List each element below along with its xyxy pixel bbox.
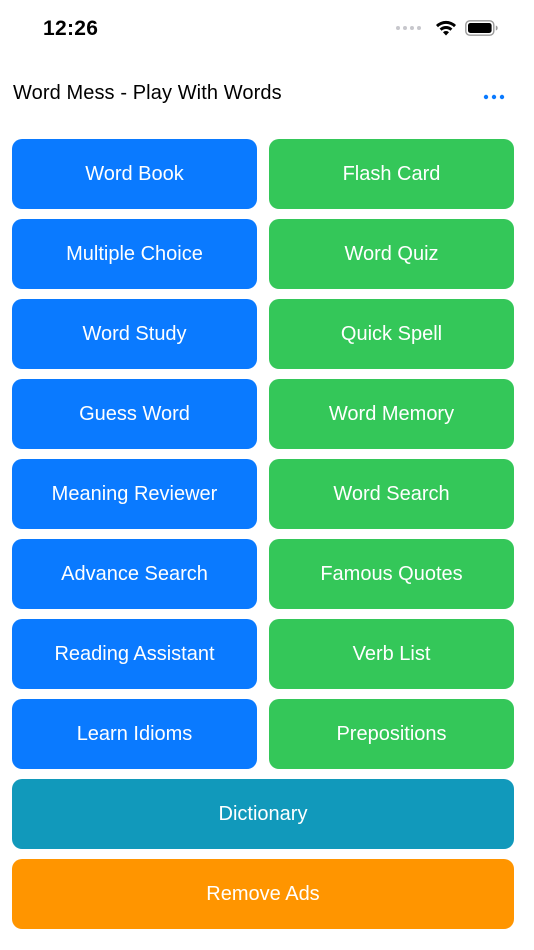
word-study-button[interactable]: Word Study (12, 299, 257, 369)
menu-grid: Word Book Flash Card Multiple Choice Wor… (12, 139, 514, 929)
app-header: Word Mess - Play With Words (13, 78, 509, 114)
reading-assistant-button[interactable]: Reading Assistant (12, 619, 257, 689)
guess-word-button[interactable]: Guess Word (12, 379, 257, 449)
multiple-choice-button[interactable]: Multiple Choice (12, 219, 257, 289)
advance-search-button[interactable]: Advance Search (12, 539, 257, 609)
page-title: Word Mess - Play With Words (13, 82, 282, 104)
status-bar: 12:26 (0, 0, 534, 60)
battery-icon (465, 20, 498, 36)
wifi-icon (436, 20, 456, 36)
learn-idioms-button[interactable]: Learn Idioms (12, 699, 257, 769)
flash-card-button[interactable]: Flash Card (269, 139, 514, 209)
verb-list-button[interactable]: Verb List (269, 619, 514, 689)
word-memory-button[interactable]: Word Memory (269, 379, 514, 449)
word-book-button[interactable]: Word Book (12, 139, 257, 209)
meaning-reviewer-button[interactable]: Meaning Reviewer (12, 459, 257, 529)
famous-quotes-button[interactable]: Famous Quotes (269, 539, 514, 609)
word-search-button[interactable]: Word Search (269, 459, 514, 529)
quick-spell-button[interactable]: Quick Spell (269, 299, 514, 369)
remove-ads-button[interactable]: Remove Ads (12, 859, 514, 929)
dictionary-button[interactable]: Dictionary (12, 779, 514, 849)
word-quiz-button[interactable]: Word Quiz (269, 219, 514, 289)
status-time: 12:26 (43, 17, 99, 40)
prepositions-button[interactable]: Prepositions (269, 699, 514, 769)
cellular-signal-icon (396, 26, 421, 30)
ellipsis-icon (483, 94, 505, 100)
more-options-button[interactable] (479, 86, 509, 108)
status-icons (396, 20, 499, 36)
